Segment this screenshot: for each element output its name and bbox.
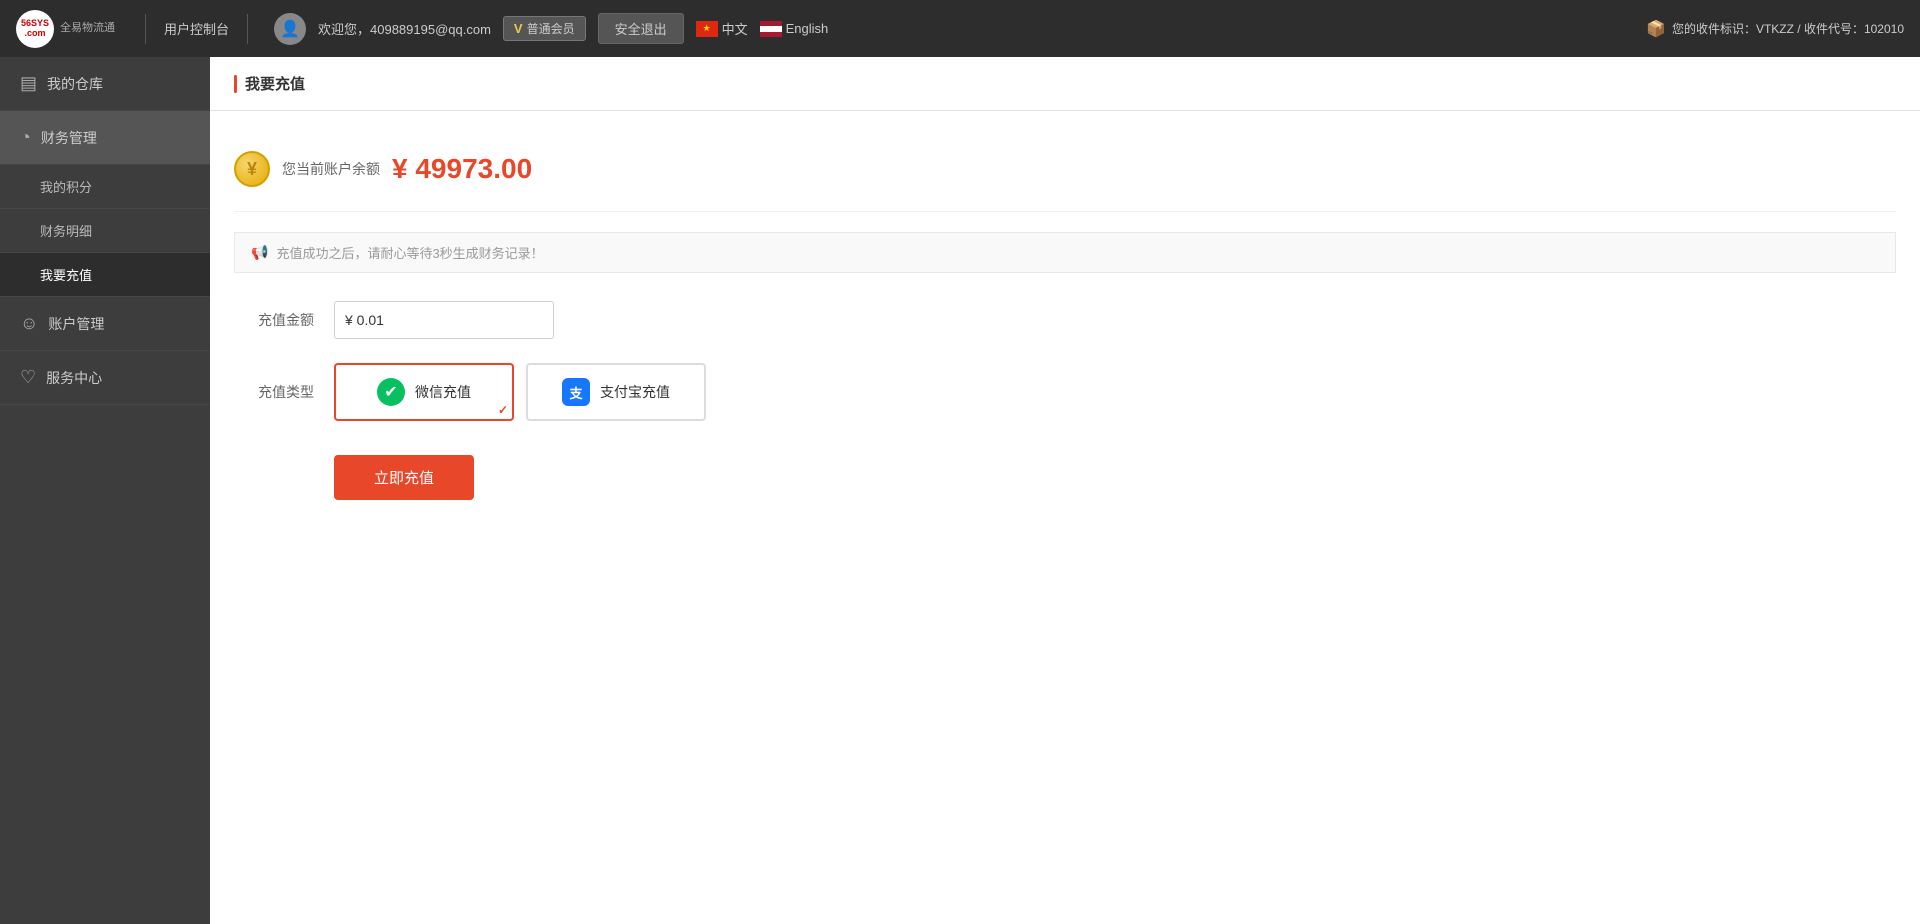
sidebar-item-finance[interactable]: ◔ 财务管理 xyxy=(0,111,210,165)
logo-subtitle: 全易物流通 xyxy=(60,21,115,35)
avatar: 👤 xyxy=(274,13,306,45)
notice-text: 充值成功之后，请耐心等待3秒生成财务记录！ xyxy=(276,243,543,262)
sidebar-sub-item-points[interactable]: 我的积分 xyxy=(0,165,210,209)
page-title: 我要充值 xyxy=(245,73,305,94)
logout-button[interactable]: 安全退出 xyxy=(598,13,684,44)
header-right: 📦 您的收件标识：VTKZZ / 收件代号：102010 xyxy=(1646,19,1904,39)
balance-label: 您当前账户余额 xyxy=(282,159,380,179)
amount-form-row: 充值金额 xyxy=(234,301,1896,339)
member-badge: V 普通会员 xyxy=(503,16,586,41)
header-divider xyxy=(145,14,146,44)
submit-recharge-button[interactable]: 立即充值 xyxy=(334,455,474,500)
logo: 56SYS.com 全易物流通 xyxy=(16,10,115,48)
sidebar-item-service[interactable]: ♡ 服务中心 xyxy=(0,351,210,405)
content-area: 我要充值 ¥ 您当前账户余额 ¥ 49973.00 📢 充值成功之后，请耐心等待… xyxy=(210,57,1920,924)
payment-options: ✔ 微信充值 支 支付宝充值 xyxy=(334,363,706,421)
wechat-label: 微信充值 xyxy=(415,382,471,402)
recharge-label: 我要充值 xyxy=(40,265,92,284)
amount-label: 充值金额 xyxy=(234,310,314,330)
package-label: 您的收件标识：VTKZZ / 收件代号：102010 xyxy=(1672,20,1904,37)
points-label: 我的积分 xyxy=(40,177,92,196)
header: 56SYS.com 全易物流通 用户控制台 👤 欢迎您，409889195@qq… xyxy=(0,0,1920,57)
sidebar-item-label: 账户管理 xyxy=(48,314,104,334)
finance-icon: ◔ xyxy=(20,127,31,148)
sidebar-sub-item-recharge[interactable]: 我要充值 xyxy=(0,253,210,297)
sidebar-item-label: 服务中心 xyxy=(46,368,102,388)
account-icon: ☺ xyxy=(20,313,38,334)
alipay-icon: 支 xyxy=(562,378,590,406)
content-body: ¥ 您当前账户余额 ¥ 49973.00 📢 充值成功之后，请耐心等待3秒生成财… xyxy=(210,111,1920,924)
sidebar-sub-item-statement[interactable]: 财务明细 xyxy=(0,209,210,253)
warehouse-icon: ▤ xyxy=(20,73,37,94)
header-divider2 xyxy=(247,14,248,44)
payment-type-form-row: 充值类型 ✔ 微信充值 支 支付宝充值 xyxy=(234,363,1896,421)
alipay-payment-option[interactable]: 支 支付宝充值 xyxy=(526,363,706,421)
user-panel-label: 用户控制台 xyxy=(164,19,229,38)
flag-th xyxy=(760,21,782,37)
wechat-payment-option[interactable]: ✔ 微信充值 xyxy=(334,363,514,421)
flag-cn: ★ xyxy=(696,21,718,37)
service-icon: ♡ xyxy=(20,367,36,388)
main-layout: ▤ 我的仓库 ◔ 财务管理 我的积分 财务明细 我要充值 ☺ 账户管理 ♡ 服务… xyxy=(0,57,1920,924)
wechat-icon: ✔ xyxy=(377,378,405,406)
statement-label: 财务明细 xyxy=(40,221,92,240)
notice-icon: 📢 xyxy=(251,244,268,261)
lang-en-item[interactable]: English xyxy=(760,21,829,37)
lang-cn-label: 中文 xyxy=(722,19,748,38)
sidebar-item-account[interactable]: ☺ 账户管理 xyxy=(0,297,210,351)
payment-type-label: 充值类型 xyxy=(234,382,314,402)
lang-cn-item[interactable]: ★ 中文 xyxy=(696,19,748,38)
notice-bar: 📢 充值成功之后，请耐心等待3秒生成财务记录！ xyxy=(234,232,1896,273)
title-bar-accent xyxy=(234,75,237,93)
alipay-label: 支付宝充值 xyxy=(600,382,670,402)
member-v-icon: V xyxy=(514,21,523,36)
amount-input[interactable] xyxy=(334,301,554,339)
balance-amount: ¥ 49973.00 xyxy=(392,153,532,185)
member-badge-label: 普通会员 xyxy=(527,20,575,37)
coin-icon: ¥ xyxy=(234,151,270,187)
sidebar-item-label: 我的仓库 xyxy=(47,74,103,94)
sidebar-item-warehouse[interactable]: ▤ 我的仓库 xyxy=(0,57,210,111)
lang-en-label: English xyxy=(786,21,829,36)
logo-icon: 56SYS.com xyxy=(16,10,54,48)
balance-area: ¥ 您当前账户余额 ¥ 49973.00 xyxy=(234,131,1896,212)
sidebar: ▤ 我的仓库 ◔ 财务管理 我的积分 财务明细 我要充值 ☺ 账户管理 ♡ 服务… xyxy=(0,57,210,924)
sidebar-item-label: 财务管理 xyxy=(41,128,97,148)
welcome-text: 欢迎您，409889195@qq.com xyxy=(318,19,491,38)
package-icon: 📦 xyxy=(1646,19,1666,39)
page-header: 我要充值 xyxy=(210,57,1920,111)
